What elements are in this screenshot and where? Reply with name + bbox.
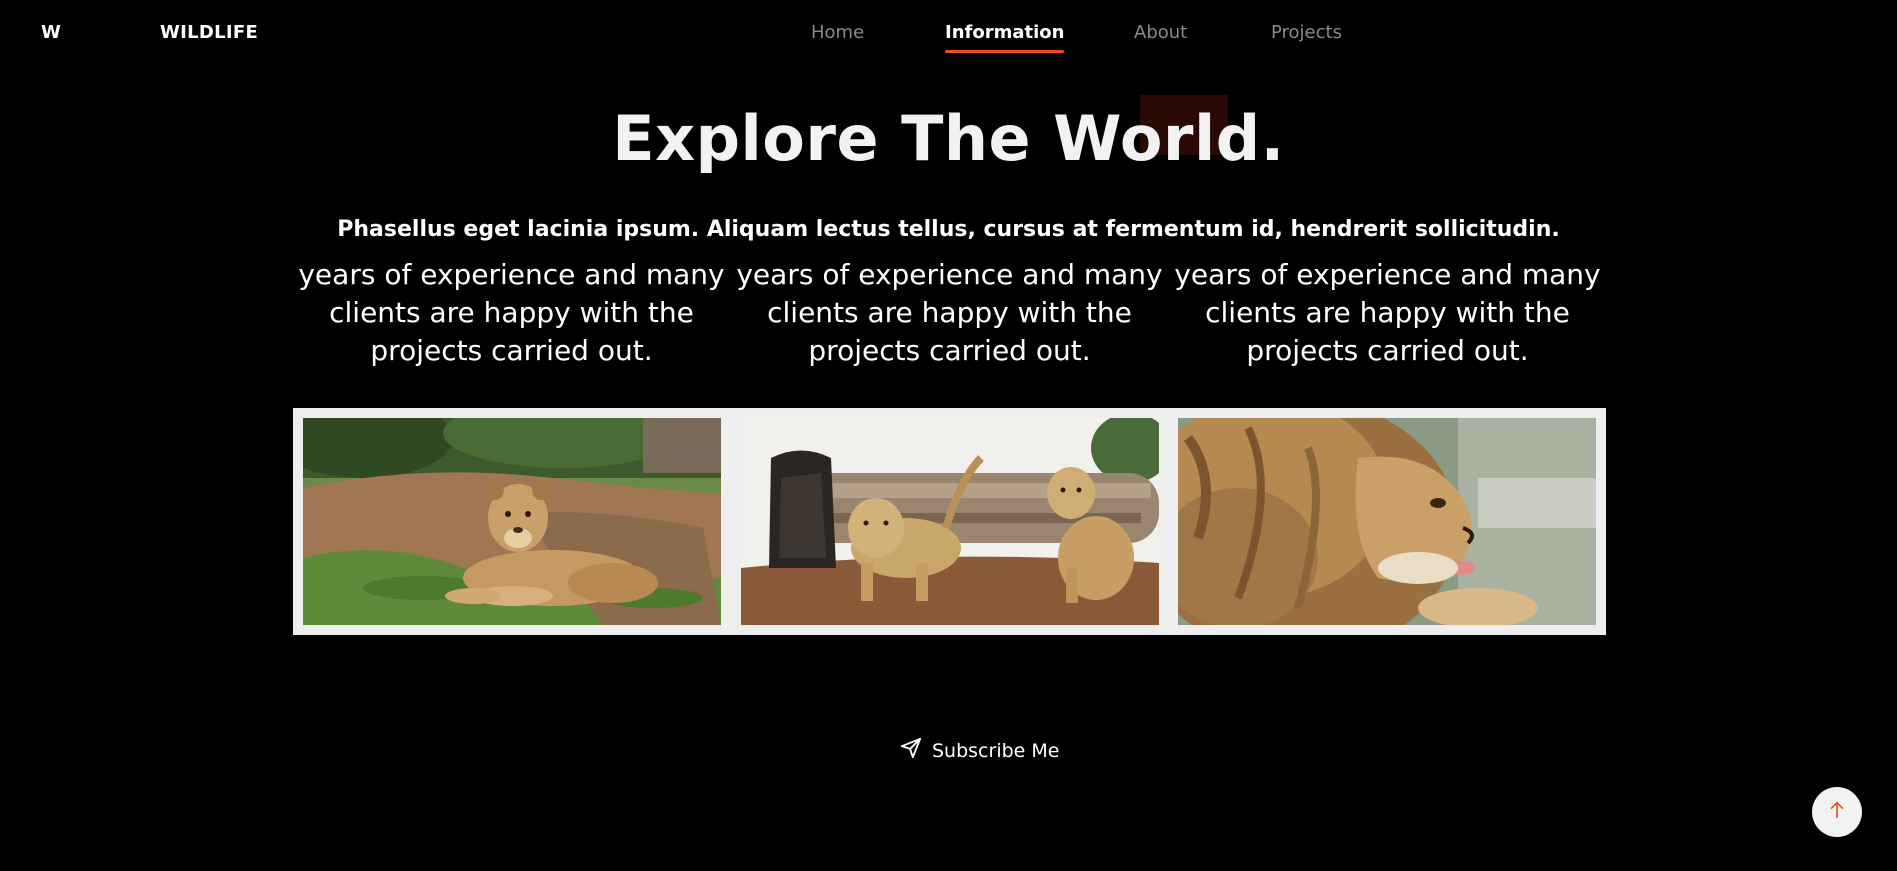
nav-information[interactable]: Information <box>945 22 1065 53</box>
hero-title: Explore The World. <box>612 102 1285 175</box>
hero-subtitle: Phasellus eget lacinia ipsum. Aliquam le… <box>337 217 1560 242</box>
photo-gallery <box>293 408 1606 635</box>
lion-cub-image <box>303 418 721 625</box>
lion-cub-photo[interactable] <box>303 418 721 625</box>
subscribe-label: Subscribe Me <box>932 739 1060 762</box>
nav-projects[interactable]: Projects <box>1271 22 1342 43</box>
male-lion-image <box>1178 418 1596 625</box>
back-to-top-button[interactable] <box>1812 787 1862 837</box>
brand-name[interactable]: WILDLIFE <box>160 22 258 43</box>
feature-text: years of experience and many clients are… <box>298 258 725 367</box>
send-icon <box>900 737 922 764</box>
page: W WILDLIFE Home Information About Projec… <box>0 0 1897 871</box>
nav-home[interactable]: Home <box>811 22 864 43</box>
logo[interactable]: W <box>41 22 61 43</box>
feature-text: years of experience and many clients are… <box>736 258 1163 367</box>
feature-columns: years of experience and many clients are… <box>293 256 1606 370</box>
subscribe-button[interactable]: Subscribe Me <box>900 737 1059 764</box>
male-lion-photo[interactable] <box>1178 418 1596 625</box>
feature-text: years of experience and many clients are… <box>1174 258 1601 367</box>
nav-about[interactable]: About <box>1134 22 1187 43</box>
arrow-up-icon <box>1826 799 1848 825</box>
lion-cubs-image <box>740 418 1159 625</box>
lion-cubs-log-photo[interactable] <box>740 418 1159 625</box>
